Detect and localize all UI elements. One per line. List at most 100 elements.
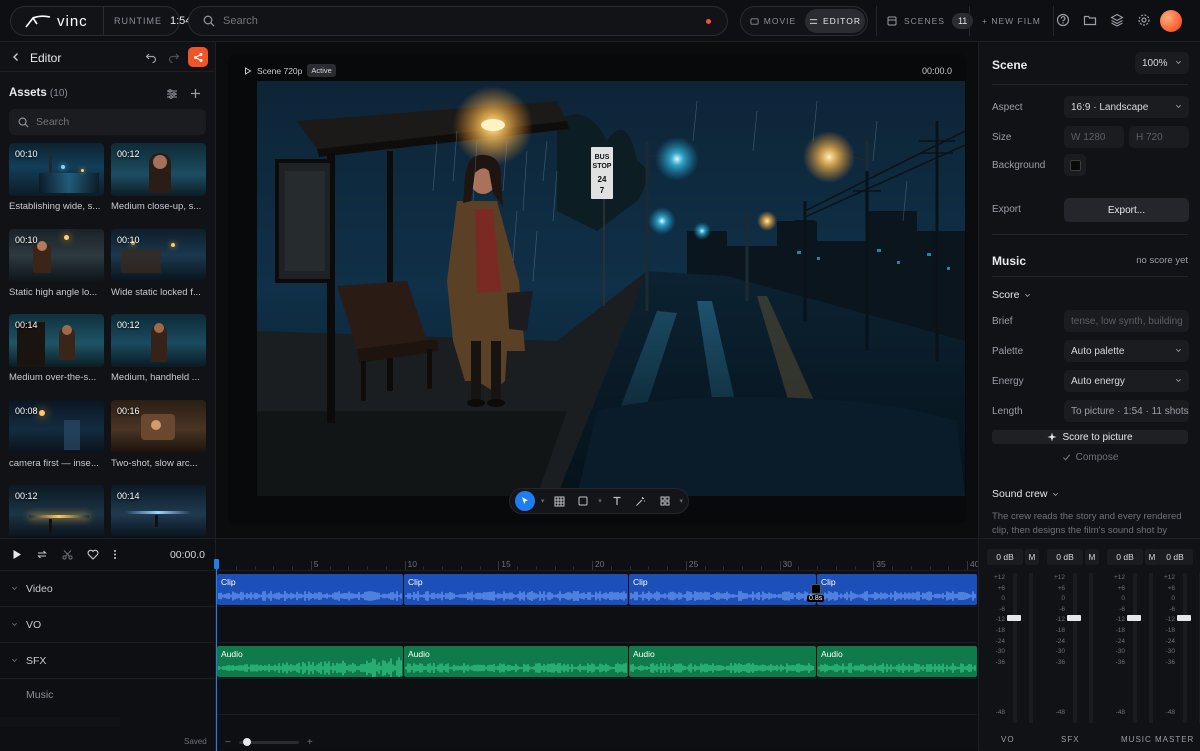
background-color-picker[interactable] [1064, 154, 1086, 176]
timeline-ruler[interactable]: 5 10 15 20 25 30 35 40 [217, 539, 979, 571]
fader-track[interactable] [1183, 573, 1187, 723]
scissors-icon[interactable] [62, 549, 73, 560]
gear-icon[interactable] [1137, 13, 1153, 29]
fader-track[interactable] [1073, 573, 1077, 723]
palette-select[interactable]: Auto palette [1064, 340, 1189, 362]
zoom-slider-thumb[interactable] [242, 737, 251, 746]
channel-gain[interactable]: 0 dB [1107, 549, 1143, 565]
fader-knob[interactable] [1177, 615, 1191, 621]
asset-card[interactable]: 00:14 Medium over-the-s... [9, 314, 104, 383]
channel-gain[interactable]: 0 dB [1047, 549, 1083, 565]
global-search-input[interactable] [223, 15, 727, 27]
chevron-down-icon[interactable]: ▾ [679, 497, 683, 505]
video-clip[interactable]: Clip [404, 574, 628, 605]
mute-button[interactable]: M [1085, 549, 1099, 565]
export-button[interactable]: Export... [1064, 198, 1189, 222]
folder-icon[interactable] [1083, 13, 1099, 29]
db-scale-label: -24 [1055, 637, 1065, 645]
asset-card[interactable]: 00:12 [9, 485, 104, 543]
play-icon[interactable] [12, 549, 22, 560]
mode-movie-button[interactable]: MOVIE [743, 9, 803, 33]
zoom-slider[interactable] [238, 737, 299, 746]
asset-card[interactable]: 00:08 camera first — inse... [9, 400, 104, 469]
asset-caption: Medium close-up, s... [111, 201, 202, 212]
user-avatar[interactable] [1160, 10, 1182, 32]
brief-input[interactable]: tense, low synth, building [1064, 310, 1189, 332]
select-tool-button[interactable] [515, 491, 535, 511]
layout-tool-button[interactable] [656, 492, 674, 510]
zoom-in-icon[interactable]: + [307, 737, 313, 748]
magic-tool-button[interactable] [632, 492, 650, 510]
ruler-tick [948, 566, 950, 570]
score-to-picture-button[interactable]: Score to picture [992, 430, 1188, 444]
playhead[interactable] [216, 561, 217, 751]
aspect-select[interactable]: 16:9 · Landscape [1064, 96, 1189, 118]
audio-clip[interactable]: Audio [629, 646, 816, 677]
compose-button[interactable]: Compose [992, 450, 1188, 464]
more-vertical-icon[interactable] [113, 549, 117, 560]
video-clip[interactable]: Clip [629, 574, 816, 605]
track-video[interactable]: Video [0, 571, 216, 607]
share-button[interactable] [188, 47, 208, 67]
asset-card[interactable]: 00:10 Wide static locked f... [111, 229, 206, 298]
mute-button[interactable]: M [1025, 549, 1039, 565]
loop-icon[interactable] [36, 549, 48, 560]
zoom-out-icon[interactable]: − [225, 737, 231, 748]
heart-icon[interactable] [87, 549, 99, 560]
filter-icon[interactable] [166, 88, 178, 100]
undo-icon[interactable] [145, 51, 157, 63]
track-vo[interactable]: VO [0, 607, 216, 643]
audio-clip[interactable]: Audio [217, 646, 403, 677]
shape-tool-button[interactable] [574, 492, 592, 510]
video-viewer[interactable]: Scene 720p Active 00:00.0 BUS STOP 24 7 … [228, 54, 966, 524]
text-tool-button[interactable] [608, 492, 626, 510]
scenes-button[interactable]: SCENES 11 [876, 6, 974, 36]
energy-select[interactable]: Auto energy [1064, 370, 1189, 392]
zoom-select[interactable]: 100% [1135, 52, 1189, 74]
fader-track[interactable] [1133, 573, 1137, 723]
asset-card[interactable]: 00:12 Medium, handheld ... [111, 314, 206, 383]
track-sfx[interactable]: SFX [0, 643, 216, 679]
asset-card[interactable]: 00:16 Two-shot, slow arc... [111, 400, 206, 469]
video-clip[interactable]: Clip [217, 574, 403, 605]
chevron-down-icon[interactable]: ▾ [541, 497, 545, 505]
ruler-tick [348, 566, 350, 570]
help-icon[interactable] [1056, 13, 1072, 29]
score-section-toggle[interactable]: Score [992, 289, 1031, 301]
chevron-down-icon[interactable]: ▾ [598, 497, 602, 505]
assets-search[interactable] [9, 109, 206, 135]
audio-clip[interactable]: Audio [404, 646, 628, 677]
new-film-button[interactable]: + NEW FILM [969, 6, 1054, 36]
track-music[interactable]: Music [0, 679, 216, 717]
db-scale-label: +12 [1053, 574, 1065, 581]
channel-gain[interactable]: 0 dB [1157, 549, 1193, 565]
width-field[interactable]: W 1280 [1064, 126, 1124, 148]
audio-clip[interactable]: Audio [817, 646, 977, 677]
asset-card[interactable]: 00:12 Medium close-up, s... [111, 143, 206, 212]
assets-search-input[interactable] [36, 116, 186, 128]
grid-tool-button[interactable] [550, 492, 568, 510]
mode-editor-button[interactable]: EDITOR [805, 9, 865, 33]
video-clip[interactable]: Clip [817, 574, 977, 605]
fader-track[interactable] [1013, 573, 1017, 723]
add-asset-icon[interactable] [190, 88, 201, 99]
ruler-label: 10 [407, 559, 417, 569]
back-chevron-icon[interactable] [11, 52, 21, 62]
clip-split-handle[interactable] [811, 584, 821, 594]
channel-gain[interactable]: 0 dB [987, 549, 1023, 565]
sound-crew-toggle[interactable]: Sound crew [992, 488, 1059, 500]
asset-card[interactable]: 00:14 [111, 485, 206, 543]
redo-icon[interactable] [168, 51, 180, 63]
fader-knob[interactable] [1007, 615, 1021, 621]
asset-card[interactable]: 00:10 Static high angle lo... [9, 229, 104, 298]
height-field[interactable]: H 720 [1129, 126, 1189, 148]
logo[interactable]: vinc [25, 13, 88, 30]
track-label: VO [26, 618, 42, 631]
layers-icon[interactable] [1110, 13, 1126, 29]
chevron-down-icon [12, 622, 17, 626]
length-field[interactable]: To picture · 1:54 · 11 shots [1064, 400, 1189, 422]
fader-knob[interactable] [1127, 615, 1141, 621]
fader-knob[interactable] [1067, 615, 1081, 621]
global-search[interactable] [188, 6, 728, 36]
asset-card[interactable]: 00:10 Establishing wide, s... [9, 143, 104, 212]
